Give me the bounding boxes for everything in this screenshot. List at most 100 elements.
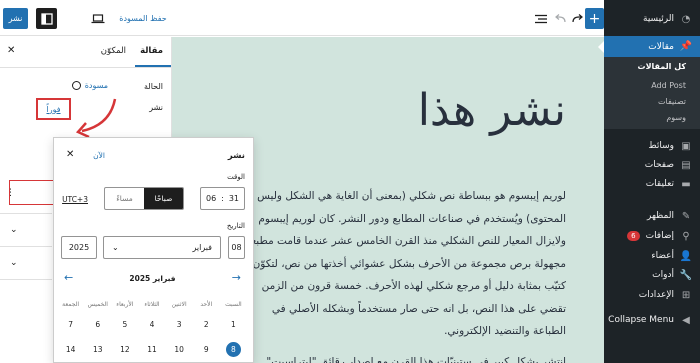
submenu-tags[interactable]: وسوم <box>604 113 700 122</box>
weekday-label: الجمعة <box>62 301 80 308</box>
add-block-button[interactable]: + <box>585 8 604 29</box>
dashboard-icon: ◔ <box>681 13 691 25</box>
menu-item-label: إضافات <box>645 231 674 241</box>
settings-toggle-button[interactable] <box>36 8 57 29</box>
calendar-day[interactable]: 7 <box>57 315 84 333</box>
time-separator: : <box>221 194 224 203</box>
weekday-label: السبت <box>225 301 242 308</box>
laptop-icon <box>91 13 105 23</box>
menu-item-tools[interactable]: 🔧 أدوات <box>604 267 700 283</box>
calendar-month-label: فبراير 2025 <box>129 274 176 283</box>
menu-item-label: وسائط <box>648 141 674 151</box>
menu-item-label: أعضاء <box>651 251 674 261</box>
calendar-day-selected[interactable]: 8 <box>225 341 241 357</box>
timezone-label[interactable]: UTC+3 <box>62 195 88 204</box>
tab-block[interactable]: المكوّن <box>101 46 126 56</box>
hour-field[interactable]: 31 <box>229 194 239 203</box>
calendar-day[interactable]: 14 <box>57 340 84 358</box>
menu-item-posts[interactable]: 📌 مقالات <box>598 36 700 57</box>
submenu-all-posts[interactable]: كل المقالات <box>604 62 700 71</box>
redo-button[interactable] <box>570 8 585 29</box>
media-icon: ▣ <box>681 140 691 152</box>
calendar-day[interactable]: 13 <box>84 340 111 358</box>
menu-item-label: تعليقات <box>645 179 674 189</box>
weekday-label: الأحد <box>200 301 213 308</box>
day-input[interactable]: 08 <box>228 236 245 259</box>
calendar-day[interactable]: 6 <box>84 315 111 333</box>
calendar-day[interactable]: 1 <box>220 315 247 333</box>
comments-icon: ▬ <box>681 178 691 190</box>
calendar-day[interactable]: 2 <box>193 315 220 333</box>
calendar-day[interactable]: 4 <box>138 315 165 333</box>
pages-icon: ▤ <box>681 159 691 171</box>
publish-date-link[interactable]: فوراً <box>36 98 71 120</box>
tab-post[interactable]: مقالة <box>140 46 163 56</box>
weekday-label: الاثنين <box>171 301 187 308</box>
menu-item-users[interactable]: 👤 أعضاء <box>604 248 700 264</box>
list-view-button[interactable] <box>530 8 552 29</box>
am-pm-toggle: صباحًا مساءً <box>104 187 184 210</box>
post-title[interactable]: نشر هذا <box>418 85 566 136</box>
divider <box>0 279 52 280</box>
calendar-day[interactable]: 5 <box>111 315 138 333</box>
menu-item-comments[interactable]: ▬ تعليقات <box>604 176 700 192</box>
menu-item-appearance[interactable]: ✎ المظهر <box>604 208 700 224</box>
publish-label: نشر <box>149 103 163 112</box>
month-select[interactable]: فبراير ⌄ <box>103 236 221 259</box>
annotation-arrow <box>75 98 117 139</box>
pushpin-icon: 📌 <box>679 41 693 52</box>
calendar-day[interactable]: 9 <box>193 340 220 358</box>
draft-status-icon <box>71 81 81 90</box>
submenu-add-post[interactable]: Add Post <box>604 81 700 90</box>
calendar-day[interactable]: 10 <box>166 340 193 358</box>
appearance-icon: ✎ <box>681 210 691 222</box>
menu-item-media[interactable]: ▣ وسائط <box>604 138 700 154</box>
minute-field[interactable]: 06 <box>206 194 216 203</box>
menu-item-plugins[interactable]: ⚲ إضافات 6 <box>604 228 700 244</box>
posts-submenu: كل المقالات Add Post تصنيفات وسوم <box>604 57 700 129</box>
status-label: الحالة <box>144 82 163 91</box>
time-label: الوقت <box>227 173 245 181</box>
collapse-menu-button[interactable]: ◀ Collapse Menu <box>604 312 700 328</box>
menu-item-label: الإعدادات <box>638 290 674 300</box>
calendar-day[interactable]: 11 <box>138 340 165 358</box>
collapse-icon: ◀ <box>682 314 690 326</box>
now-button[interactable]: الآن <box>93 151 105 160</box>
menu-item-label: أدوات <box>652 270 674 280</box>
sidebar-tabs: مقالة المكوّن ✕ <box>0 37 171 68</box>
calendar-week: 8 9 10 11 12 13 14 <box>57 340 247 358</box>
year-input[interactable]: 2025 <box>61 236 97 259</box>
more-options-icon[interactable]: ⋮ <box>6 188 15 198</box>
status-value: مسودة <box>84 81 108 90</box>
time-input[interactable]: 31 : 06 <box>200 187 245 210</box>
plugins-icon: ⚲ <box>682 230 690 242</box>
arrow-left-icon[interactable]: ← <box>64 271 73 284</box>
preview-button[interactable] <box>87 8 109 29</box>
publish-date-popover: نشر الآن ✕ الوقت 31 : 06 صباحًا مساءً UT… <box>53 137 254 363</box>
undo-button[interactable] <box>553 8 568 29</box>
menu-item-label: الرئيسية <box>643 14 674 24</box>
save-draft-button[interactable]: حفظ المسودة <box>115 8 171 29</box>
menu-item-pages[interactable]: ▤ صفحات <box>604 157 700 173</box>
publish-button[interactable]: نشر <box>3 8 28 29</box>
close-icon[interactable]: ✕ <box>7 45 15 56</box>
close-icon[interactable]: ✕ <box>66 149 74 160</box>
menu-item-settings[interactable]: ⊞ الإعدادات <box>604 287 700 303</box>
active-indicator <box>598 40 604 53</box>
users-icon: 👤 <box>679 250 693 262</box>
am-button[interactable]: صباحًا <box>144 188 183 209</box>
tools-icon: 🔧 <box>679 269 693 281</box>
sidebar-panel-icon <box>40 12 53 25</box>
chevron-down-icon[interactable]: ⌄ <box>10 258 18 268</box>
status-value-button[interactable]: مسودة <box>71 81 108 90</box>
weekday-label: الثلاثاء <box>144 301 160 308</box>
divider <box>0 246 52 247</box>
calendar-day[interactable]: 12 <box>111 340 138 358</box>
chevron-down-icon[interactable]: ⌄ <box>10 225 18 235</box>
submenu-categories[interactable]: تصنيفات <box>604 97 700 106</box>
calendar-day[interactable]: 3 <box>166 315 193 333</box>
menu-item-dashboard[interactable]: ◔ الرئيسية <box>604 10 700 28</box>
calendar-week: 1 2 3 4 5 6 7 <box>57 315 247 333</box>
pm-button[interactable]: مساءً <box>105 188 144 209</box>
active-tab-indicator <box>135 65 171 67</box>
